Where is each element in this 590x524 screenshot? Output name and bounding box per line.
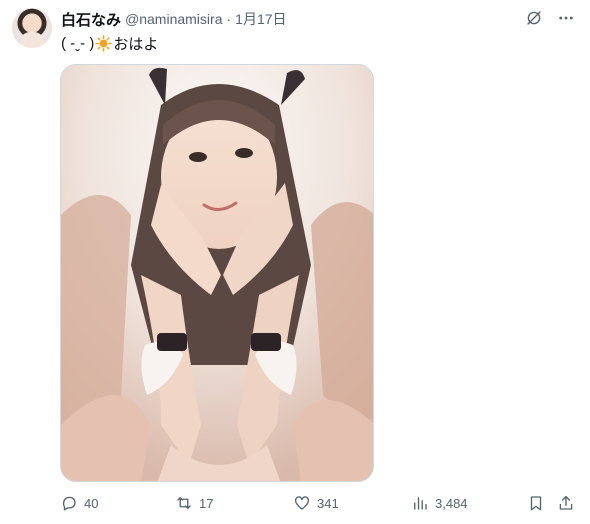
tweet-text-suffix: おはよ [113,36,159,53]
retweet-icon [177,497,191,509]
view-count: 3,484 [435,495,468,511]
top-actions [524,8,576,28]
action-bar: 40 17 341 3,484 [57,494,579,516]
tweet-header: 白石なみ @naminamisira · 1月17日 [61,9,287,29]
bookmark-icon [530,496,542,511]
retweet-count: 17 [199,495,214,511]
tweet[interactable]: 白石なみ @naminamisira · 1月17日 ( -ˬ- ) おはよ 4… [0,0,590,524]
more-icon[interactable] [556,8,576,28]
separator-dot: · [226,11,232,27]
reply-icon [62,496,76,511]
reply-count: 40 [84,495,99,511]
display-name[interactable]: 白石なみ [61,9,121,30]
like-button[interactable]: 341 [293,494,339,512]
tweet-date[interactable]: 1月17日 [235,9,286,29]
tweet-photo[interactable] [60,64,374,482]
sun-emoji [95,35,113,52]
tweet-text-prefix: ( -ˬ- ) [61,35,95,52]
share-button[interactable] [557,494,575,512]
heart-icon [294,496,310,510]
views-button[interactable]: 3,484 [411,494,468,512]
grok-icon[interactable] [524,8,544,28]
reply-button[interactable]: 40 [60,494,98,512]
photo-illustration [61,65,373,481]
avatar[interactable] [12,8,52,48]
user-handle[interactable]: @naminamisira [125,11,222,27]
like-count: 341 [317,495,339,511]
retweet-button[interactable]: 17 [175,494,213,512]
views-icon [414,497,427,510]
bookmark-button[interactable] [527,494,545,512]
tweet-text: ( -ˬ- ) おはよ [61,33,158,54]
share-icon [559,495,573,510]
